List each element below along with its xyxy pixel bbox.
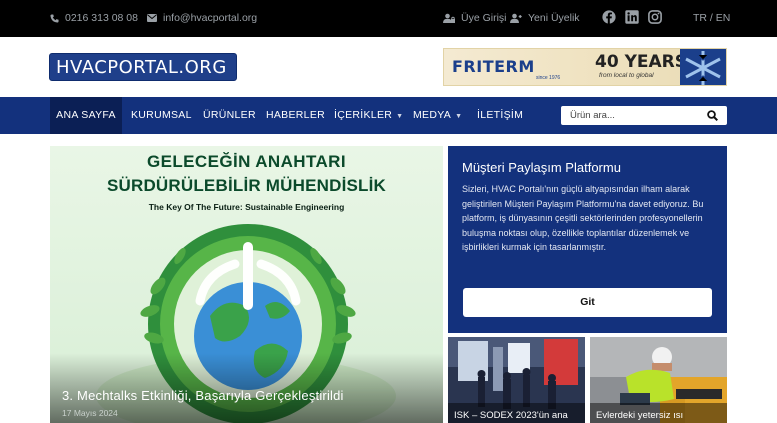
site-header: HVACPORTAL.ORG FRITERM since 1976 40 YEA…	[0, 37, 777, 97]
phone-number: 0216 313 08 08	[65, 12, 138, 24]
nav-item-media[interactable]: MEDYA ▼	[413, 97, 462, 134]
main-nav: ANA SAYFA KURUMSAL ÜRÜNLER HABERLER İÇER…	[0, 97, 777, 134]
hero-headline-3: The Key Of The Future: Sustainable Engin…	[148, 202, 345, 212]
friterm-star-icon	[680, 49, 726, 85]
nav-item-corporate[interactable]: KURUMSAL	[131, 97, 192, 134]
hero-headline-2: SÜRDÜRÜLEBİLİR MÜHENDİSLİK	[106, 176, 387, 195]
chevron-down-icon: ▼	[455, 113, 463, 120]
facebook-icon[interactable]	[602, 10, 616, 24]
search-input[interactable]: Ürün ara...	[570, 110, 615, 121]
customer-platform-card: Müşteri Paylaşım Platformu Sizleri, HVAC…	[448, 146, 727, 333]
email-contact[interactable]: info@hvacportal.org	[147, 12, 257, 24]
logo-wordmark: HVACPORTAL.ORG	[56, 56, 227, 78]
nav-item-media-label: MEDYA	[413, 109, 452, 121]
hero-headline-1: GELECEĞİN ANAHTARI	[147, 152, 346, 171]
nav-item-home[interactable]: ANA SAYFA	[50, 97, 122, 134]
nav-item-contact[interactable]: İLETİŞİM	[477, 97, 523, 134]
phone-contact[interactable]: 0216 313 08 08	[50, 12, 138, 24]
instagram-icon[interactable]	[648, 10, 662, 24]
linkedin-icon[interactable]	[625, 10, 639, 24]
envelope-icon	[147, 14, 157, 22]
banner-brand: FRITERM	[452, 57, 535, 76]
language-switcher[interactable]: TR / EN	[693, 12, 730, 24]
hero-caption[interactable]: 3. Mechtalks Etkinliği, Başarıyla Gerçek…	[62, 388, 344, 403]
top-bar: 0216 313 08 08 info@hvacportal.org Üye G…	[0, 0, 777, 37]
banner-since: since 1976	[536, 75, 561, 81]
card-title: Müşteri Paylaşım Platformu	[462, 160, 621, 175]
phone-icon	[50, 13, 59, 23]
hero-slide[interactable]: GELECEĞİN ANAHTARI SÜRDÜRÜLEBİLİR MÜHEND…	[50, 146, 443, 423]
go-button[interactable]: Git	[463, 288, 712, 317]
card-body: Sizleri, HVAC Portalı'nın güçlü altyapıs…	[462, 184, 704, 253]
nav-item-news[interactable]: HABERLER	[266, 97, 325, 134]
banner-years: 40 YEARS	[595, 52, 687, 72]
register-label: Yeni Üyelik	[528, 12, 580, 24]
nav-item-products[interactable]: ÜRÜNLER	[203, 97, 256, 134]
site-logo[interactable]: HVACPORTAL.ORG	[49, 53, 237, 81]
user-lock-icon	[443, 13, 455, 23]
email-address: info@hvacportal.org	[163, 12, 258, 24]
chevron-down-icon: ▼	[396, 113, 404, 120]
register-link[interactable]: Yeni Üyelik	[510, 12, 580, 24]
login-label: Üye Girişi	[461, 12, 507, 24]
banner-tagline: from local to global	[599, 72, 654, 79]
thumb-caption: Evlerdeki yetersiz ısı	[596, 410, 684, 421]
search-icon[interactable]	[707, 110, 718, 121]
friterm-ad-banner[interactable]: FRITERM since 1976 40 YEARS from local t…	[443, 48, 727, 86]
user-plus-icon	[510, 13, 522, 23]
news-thumb-expo[interactable]: ISK – SODEX 2023'ün ana	[448, 337, 585, 423]
news-thumb-insulation[interactable]: Evlerdeki yetersiz ısı	[590, 337, 727, 423]
thumb-caption: ISK – SODEX 2023'ün ana	[454, 410, 568, 421]
nav-item-contents-label: İÇERİKLER	[334, 109, 393, 121]
nav-item-contents[interactable]: İÇERİKLER ▼	[334, 97, 403, 134]
product-search[interactable]: Ürün ara...	[561, 106, 727, 125]
login-link[interactable]: Üye Girişi	[443, 12, 507, 24]
hero-date: 17 Mayıs 2024	[62, 408, 118, 418]
